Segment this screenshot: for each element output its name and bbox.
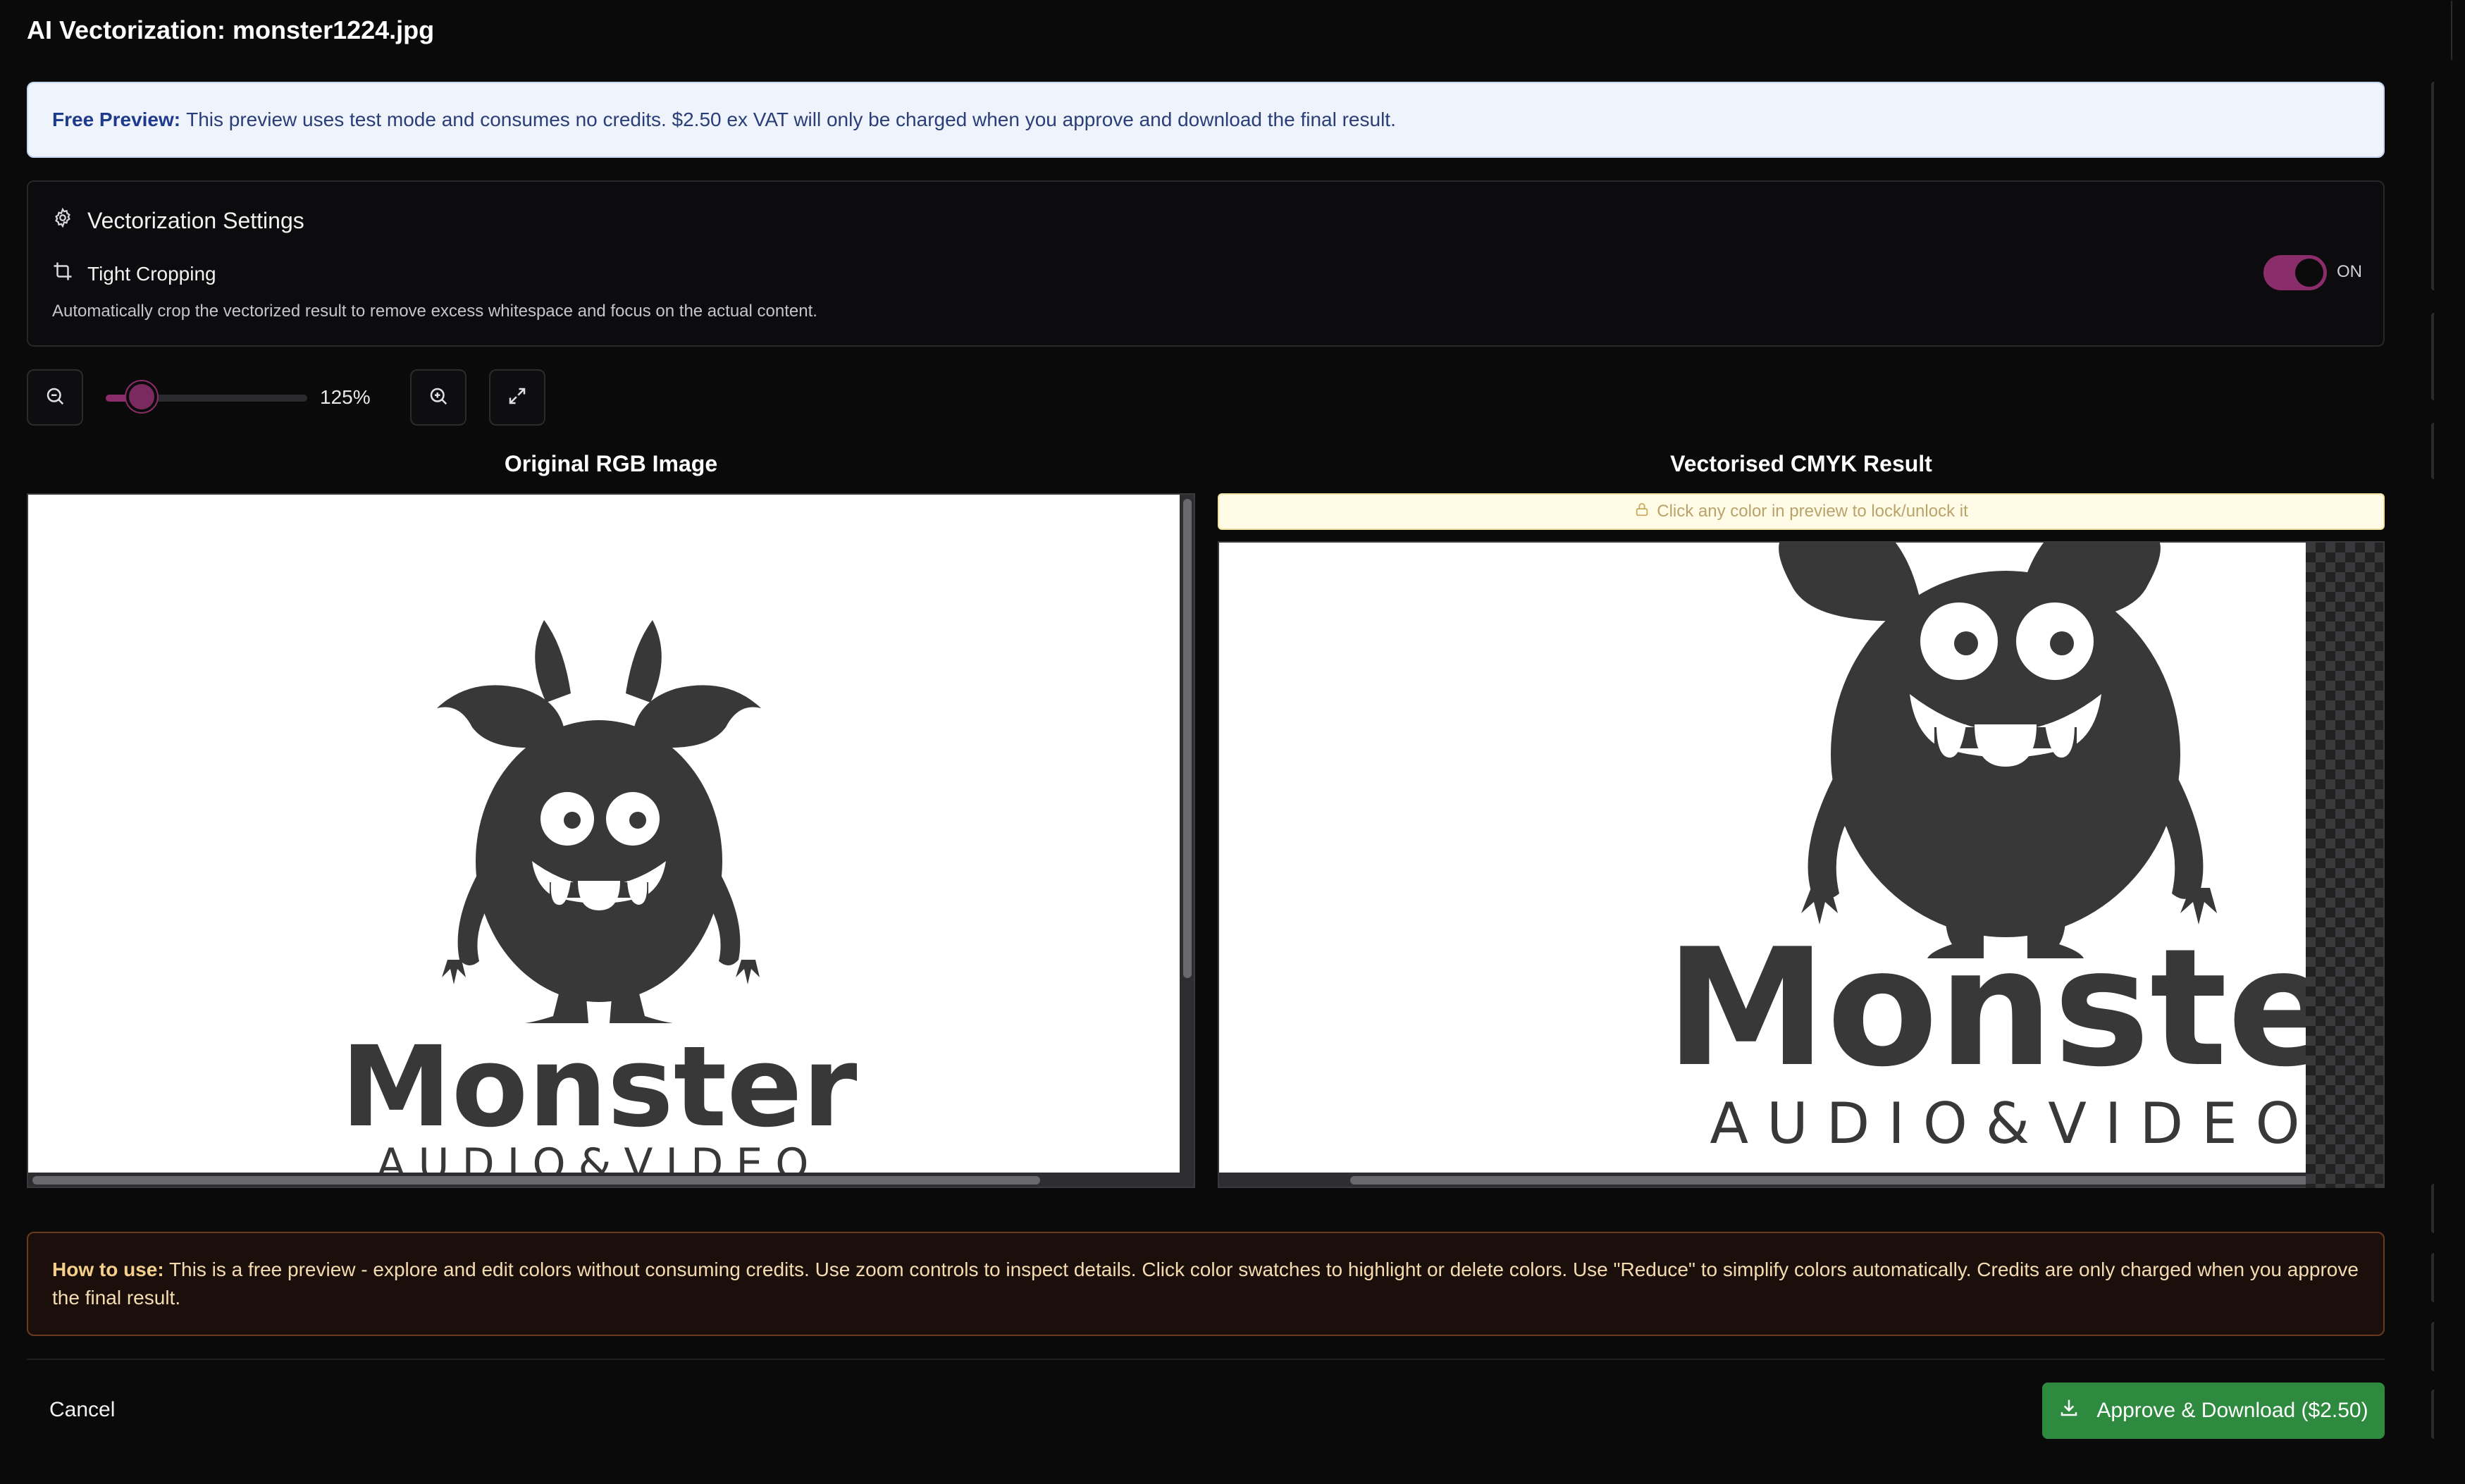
vector-result-title: Vectorised CMYK Result: [1670, 451, 1932, 476]
side-panel-card: [2431, 82, 2434, 290]
zoom-in-button[interactable]: [410, 369, 467, 426]
toggle-knob: [2295, 259, 2323, 287]
tight-cropping-description: Automatically crop the vectorized result…: [52, 302, 817, 321]
settings-header: Vectorization Settings: [52, 207, 304, 234]
approve-download-button[interactable]: Approve & Download ($2.50): [2042, 1383, 2385, 1439]
original-vertical-scroll-thumb[interactable]: [1183, 499, 1192, 978]
zoom-out-button[interactable]: [27, 369, 83, 426]
original-horizontal-scroll-thumb[interactable]: [32, 1176, 1040, 1185]
expand-icon: [507, 385, 528, 410]
banner-text: This preview uses test mode and consumes…: [186, 109, 1396, 130]
cancel-button[interactable]: Cancel: [49, 1398, 115, 1422]
lock-icon: [1634, 502, 1650, 522]
side-panel-notice: [2431, 313, 2434, 400]
original-horizontal-scrollbar[interactable]: [28, 1173, 1194, 1187]
result-tagline: AUDIO&VIDEO: [1710, 1091, 2308, 1156]
window-edge: [2451, 0, 2453, 61]
original-logo-image: Monster AUDIO&VIDEO: [341, 620, 858, 1187]
original-image-title: Original RGB Image: [504, 451, 718, 476]
zoom-slider-thumb[interactable]: [126, 381, 158, 412]
tight-cropping-toggle[interactable]: [2263, 255, 2327, 290]
download-icon: [2058, 1397, 2080, 1424]
side-panel-button-3[interactable]: [2431, 1322, 2434, 1371]
tight-cropping-label: Tight Cropping: [87, 262, 216, 285]
lock-hint-text: Click any color in preview to lock/unloc…: [1657, 502, 1968, 521]
transparency-checkerboard: [2306, 543, 2383, 1188]
zoom-in-icon: [428, 385, 449, 410]
vector-result-image: Monste AUDIO&VIDEO: [1665, 543, 2337, 1156]
crop-icon: [52, 261, 73, 287]
tight-cropping-row: Tight Cropping: [52, 261, 216, 287]
side-panel-button-1[interactable]: [2431, 1184, 2434, 1233]
footer-divider: [27, 1359, 2385, 1360]
zoom-out-icon: [44, 385, 66, 410]
approve-download-label: Approve & Download ($2.50): [2096, 1399, 2368, 1422]
original-wordmark: Monster: [341, 1022, 858, 1152]
side-panel-button-2[interactable]: [2431, 1253, 2434, 1302]
original-image-viewport[interactable]: Monster AUDIO&VIDEO: [27, 493, 1195, 1188]
dialog-title: AI Vectorization: monster1224.jpg: [27, 16, 435, 44]
zoom-slider[interactable]: [106, 381, 307, 412]
banner-label: Free Preview:: [52, 109, 181, 130]
result-wordmark: Monste: [1665, 915, 2308, 1103]
how-to-use-label: How to use:: [52, 1259, 164, 1280]
vector-result-viewport[interactable]: Monste AUDIO&VIDEO: [1218, 541, 2385, 1188]
gear-icon: [52, 207, 73, 234]
zoom-level: 125%: [320, 386, 371, 408]
original-vertical-scrollbar[interactable]: [1180, 495, 1194, 1187]
lock-hint-banner: Click any color in preview to lock/unloc…: [1218, 493, 2385, 530]
vectorization-settings-panel: Vectorization Settings Tight Cropping Au…: [27, 180, 2385, 347]
result-horizontal-scrollbar[interactable]: [1219, 1173, 2383, 1187]
how-to-use-panel: How to use: This is a free preview - exp…: [27, 1232, 2385, 1336]
fullscreen-button[interactable]: [489, 369, 545, 426]
free-preview-banner: Free Preview: This preview uses test mod…: [27, 82, 2385, 158]
toggle-state-label: ON: [2337, 262, 2362, 281]
side-panel-button-4[interactable]: [2431, 1390, 2434, 1439]
side-panel-swatch[interactable]: [2431, 423, 2434, 479]
result-horizontal-scroll-thumb[interactable]: [1350, 1176, 2379, 1185]
how-to-use-text: This is a free preview - explore and edi…: [52, 1259, 2359, 1309]
settings-title: Vectorization Settings: [87, 207, 304, 233]
